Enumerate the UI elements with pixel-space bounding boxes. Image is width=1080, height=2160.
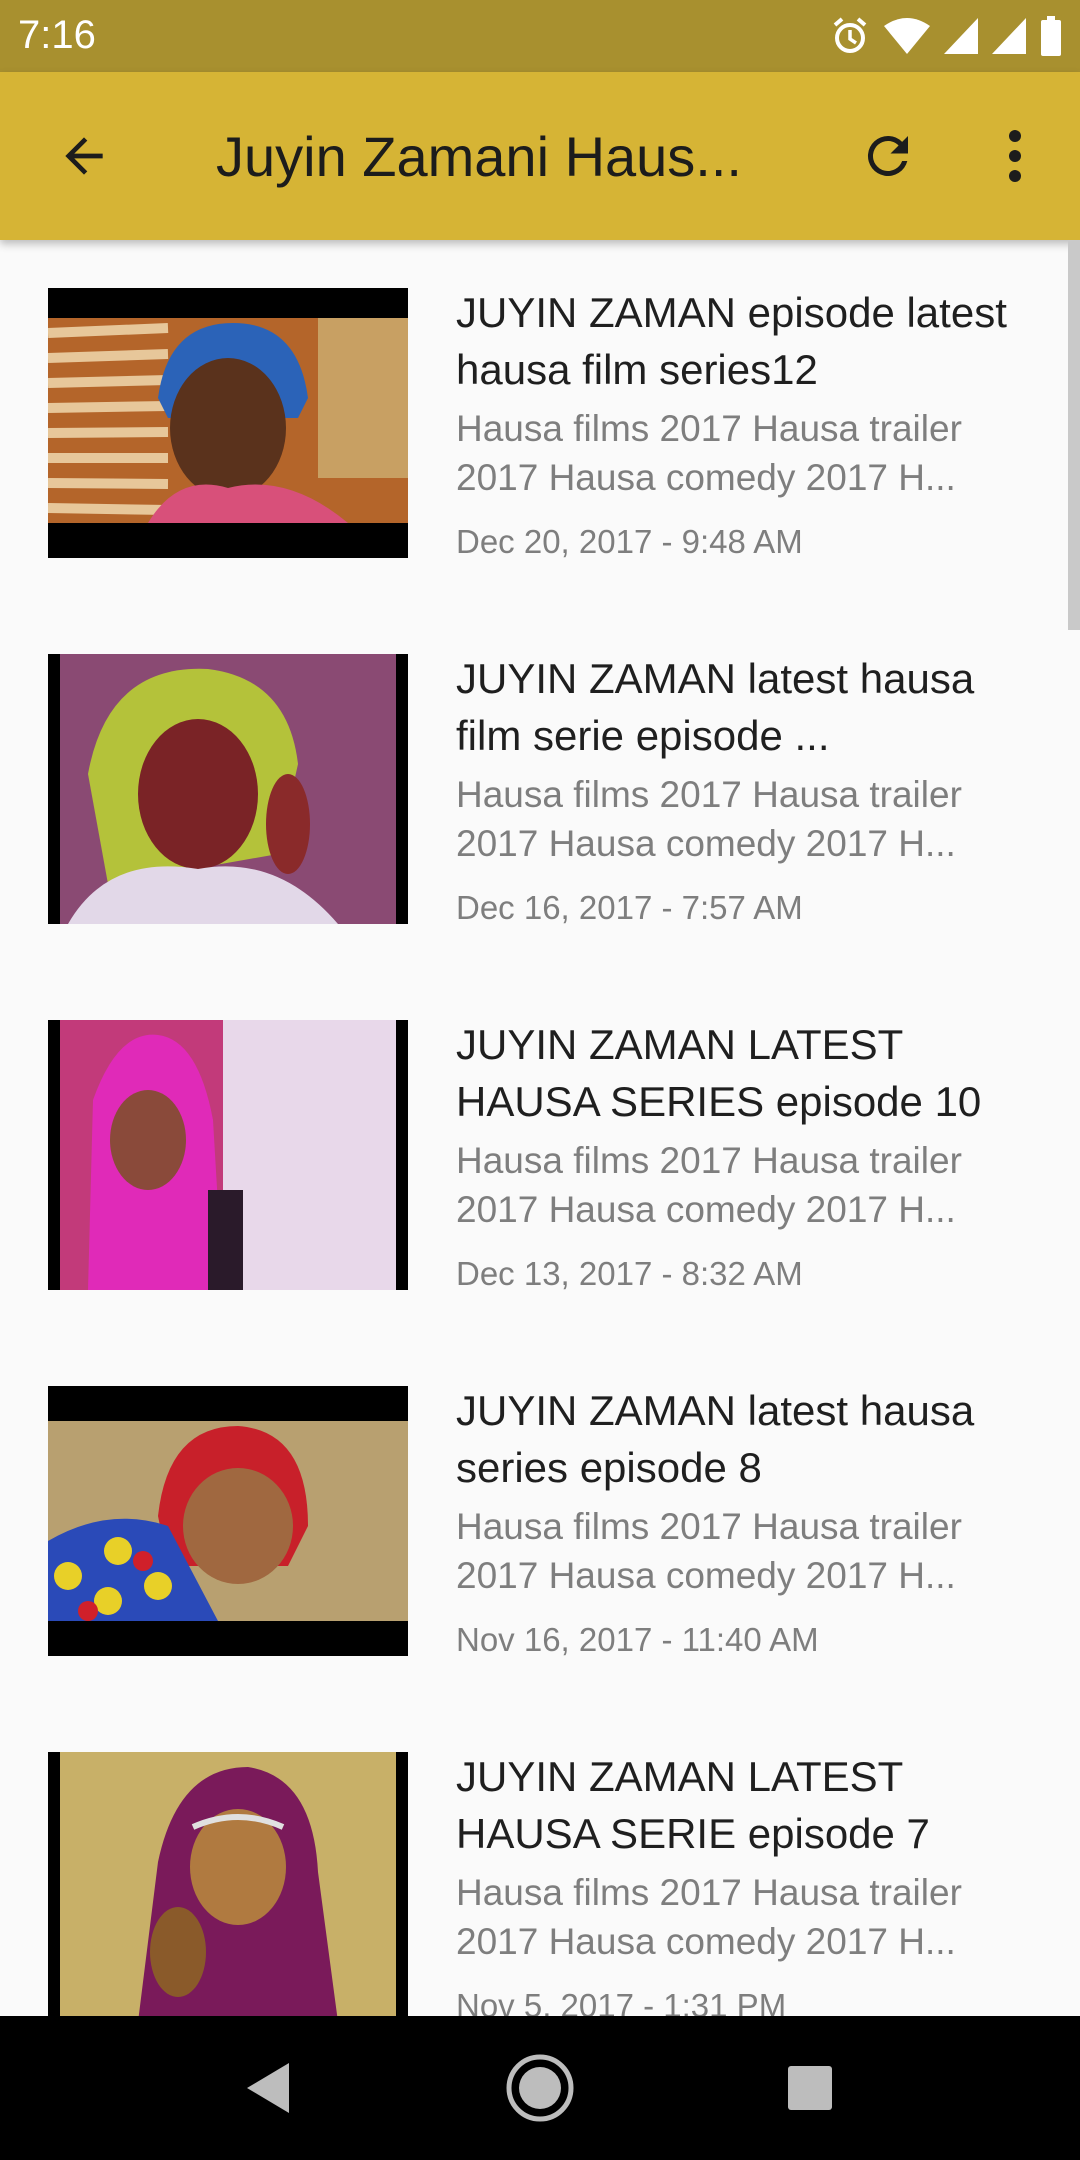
status-icons (830, 14, 1062, 58)
nav-recents-button[interactable] (760, 2048, 860, 2128)
video-title: JUYIN ZAMAN LATEST HAUSA SERIE episode 7 (456, 1753, 930, 1857)
refresh-icon (867, 135, 908, 176)
signal-icon (992, 18, 1026, 54)
status-bar: 7:16 (0, 0, 1080, 72)
refresh-button[interactable] (848, 118, 928, 194)
video-date: Nov 16, 2017 - 11:40 AM (456, 1621, 819, 1658)
back-button[interactable] (40, 118, 128, 194)
video-thumbnail[interactable] (48, 1020, 408, 1290)
arrow-back-icon (65, 137, 103, 175)
video-list-item[interactable]: JUYIN ZAMAN episode latest hausa film se… (0, 240, 1080, 606)
recents-square-icon (788, 2066, 832, 2110)
video-thumbnail[interactable] (48, 1386, 408, 1656)
video-description: Hausa films 2017 Hausa trailer 2017 Haus… (456, 1140, 962, 1230)
system-nav-bar (0, 2016, 1080, 2160)
page-title: Juyin Zamani Haus... (216, 126, 742, 188)
video-thumbnail[interactable] (48, 288, 408, 558)
app-bar: Juyin Zamani Haus... (0, 72, 1080, 240)
back-triangle-icon (247, 2063, 289, 2113)
alarm-icon (830, 16, 870, 56)
video-thumbnail[interactable] (48, 654, 408, 924)
video-description: Hausa films 2017 Hausa trailer 2017 Haus… (456, 774, 962, 864)
video-list-item[interactable]: JUYIN ZAMAN latest hausa series episode … (0, 1338, 1080, 1704)
wifi-icon (884, 18, 930, 54)
status-time: 7:16 (18, 13, 96, 57)
video-description: Hausa films 2017 Hausa trailer 2017 Haus… (456, 1872, 962, 1962)
list-scrollbar[interactable] (1068, 240, 1080, 630)
video-date: Dec 16, 2017 - 7:57 AM (456, 889, 803, 926)
signal-icon (944, 18, 978, 54)
video-date: Dec 13, 2017 - 8:32 AM (456, 1255, 803, 1292)
more-vertical-icon (1009, 130, 1021, 182)
battery-icon (1040, 16, 1062, 56)
video-title: JUYIN ZAMAN latest hausa film serie epis… (456, 655, 975, 759)
video-thumbnail[interactable] (48, 1752, 408, 2016)
video-title: JUYIN ZAMAN latest hausa series episode … (456, 1387, 975, 1491)
video-description: Hausa films 2017 Hausa trailer 2017 Haus… (456, 1506, 962, 1596)
video-list: JUYIN ZAMAN episode latest hausa film se… (0, 240, 1080, 2016)
video-list-item[interactable]: JUYIN ZAMAN LATEST HAUSA SERIES episode … (0, 972, 1080, 1338)
home-circle-icon (506, 2054, 574, 2122)
video-description: Hausa films 2017 Hausa trailer 2017 Haus… (456, 408, 962, 498)
video-list-item[interactable]: JUYIN ZAMAN LATEST HAUSA SERIE episode 7… (0, 1704, 1080, 2016)
video-date: Nov 5, 2017 - 1:31 PM (456, 1987, 787, 2016)
video-title: JUYIN ZAMAN episode latest hausa film se… (456, 289, 1007, 393)
video-title: JUYIN ZAMAN LATEST HAUSA SERIES episode … (456, 1021, 982, 1125)
video-date: Dec 20, 2017 - 9:48 AM (456, 523, 803, 560)
more-options-button[interactable] (980, 118, 1050, 194)
nav-home-button[interactable] (490, 2048, 590, 2128)
video-list-item[interactable]: JUYIN ZAMAN latest hausa film serie epis… (0, 606, 1080, 972)
nav-back-button[interactable] (218, 2048, 318, 2128)
